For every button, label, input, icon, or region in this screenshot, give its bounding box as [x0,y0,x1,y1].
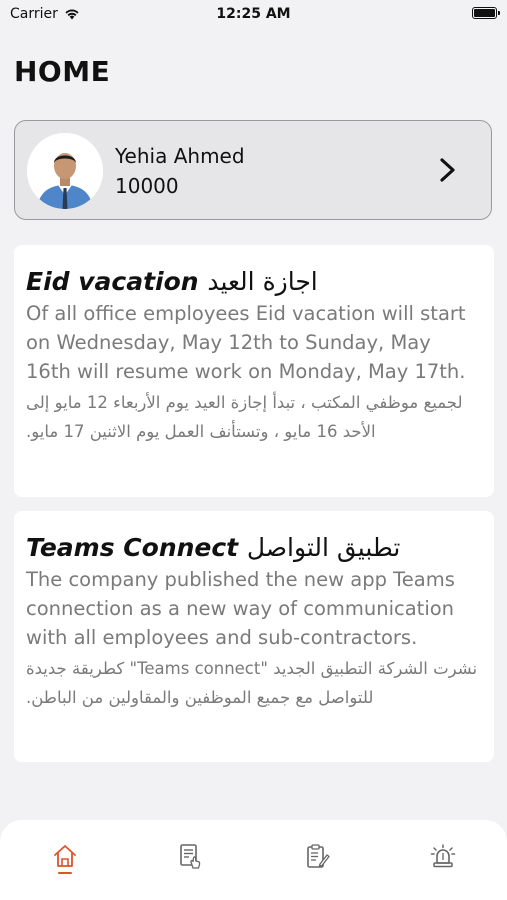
battery-icon [472,7,500,19]
chevron-right-icon[interactable] [437,157,459,183]
status-time: 12:25 AM [216,6,291,22]
news-title-ar: تطبيق التواصل [246,533,401,562]
news-title: Eid vacation اجازة العيد [26,265,480,299]
tab-alerts[interactable] [423,842,463,882]
news-card-teams-connect[interactable]: Teams Connect تطبيق التواصل The company … [14,511,494,762]
avatar [27,133,103,209]
news-title-ar: اجازة العيد [207,267,318,296]
active-tab-indicator [58,872,72,874]
news-body-ar: لجميع موظفي المكتب ، تبدأ إجازة العيد يو… [26,393,463,441]
news-card-eid-vacation[interactable]: Eid vacation اجازة العيد Of all office e… [14,245,494,497]
news-title: Teams Connect تطبيق التواصل [26,531,480,565]
profile-id: 10000 [115,174,179,198]
news-title-en: Teams Connect [26,533,239,562]
status-bar: Carrier 12:25 AM [0,0,507,28]
tab-documents[interactable] [170,842,210,882]
document-touch-icon [180,844,201,869]
tab-requests[interactable] [297,842,337,882]
bottom-tab-bar [0,820,507,900]
news-body-en: Of all office employees Eid vacation wil… [26,302,466,383]
news-body-ar: نشرت الشركة التطبيق الجديد "Teams connec… [26,659,478,707]
profile-card[interactable]: Yehia Ahmed 10000 [14,120,492,220]
profile-name: Yehia Ahmed [115,144,245,168]
news-body-en: The company published the new app Teams … [26,568,455,649]
page-title: HOME [14,55,111,88]
news-title-en: Eid vacation [26,267,199,296]
clipboard-edit-icon [307,844,330,868]
tab-home[interactable] [45,842,85,882]
alarm-icon [430,844,456,868]
home-icon [54,845,76,867]
